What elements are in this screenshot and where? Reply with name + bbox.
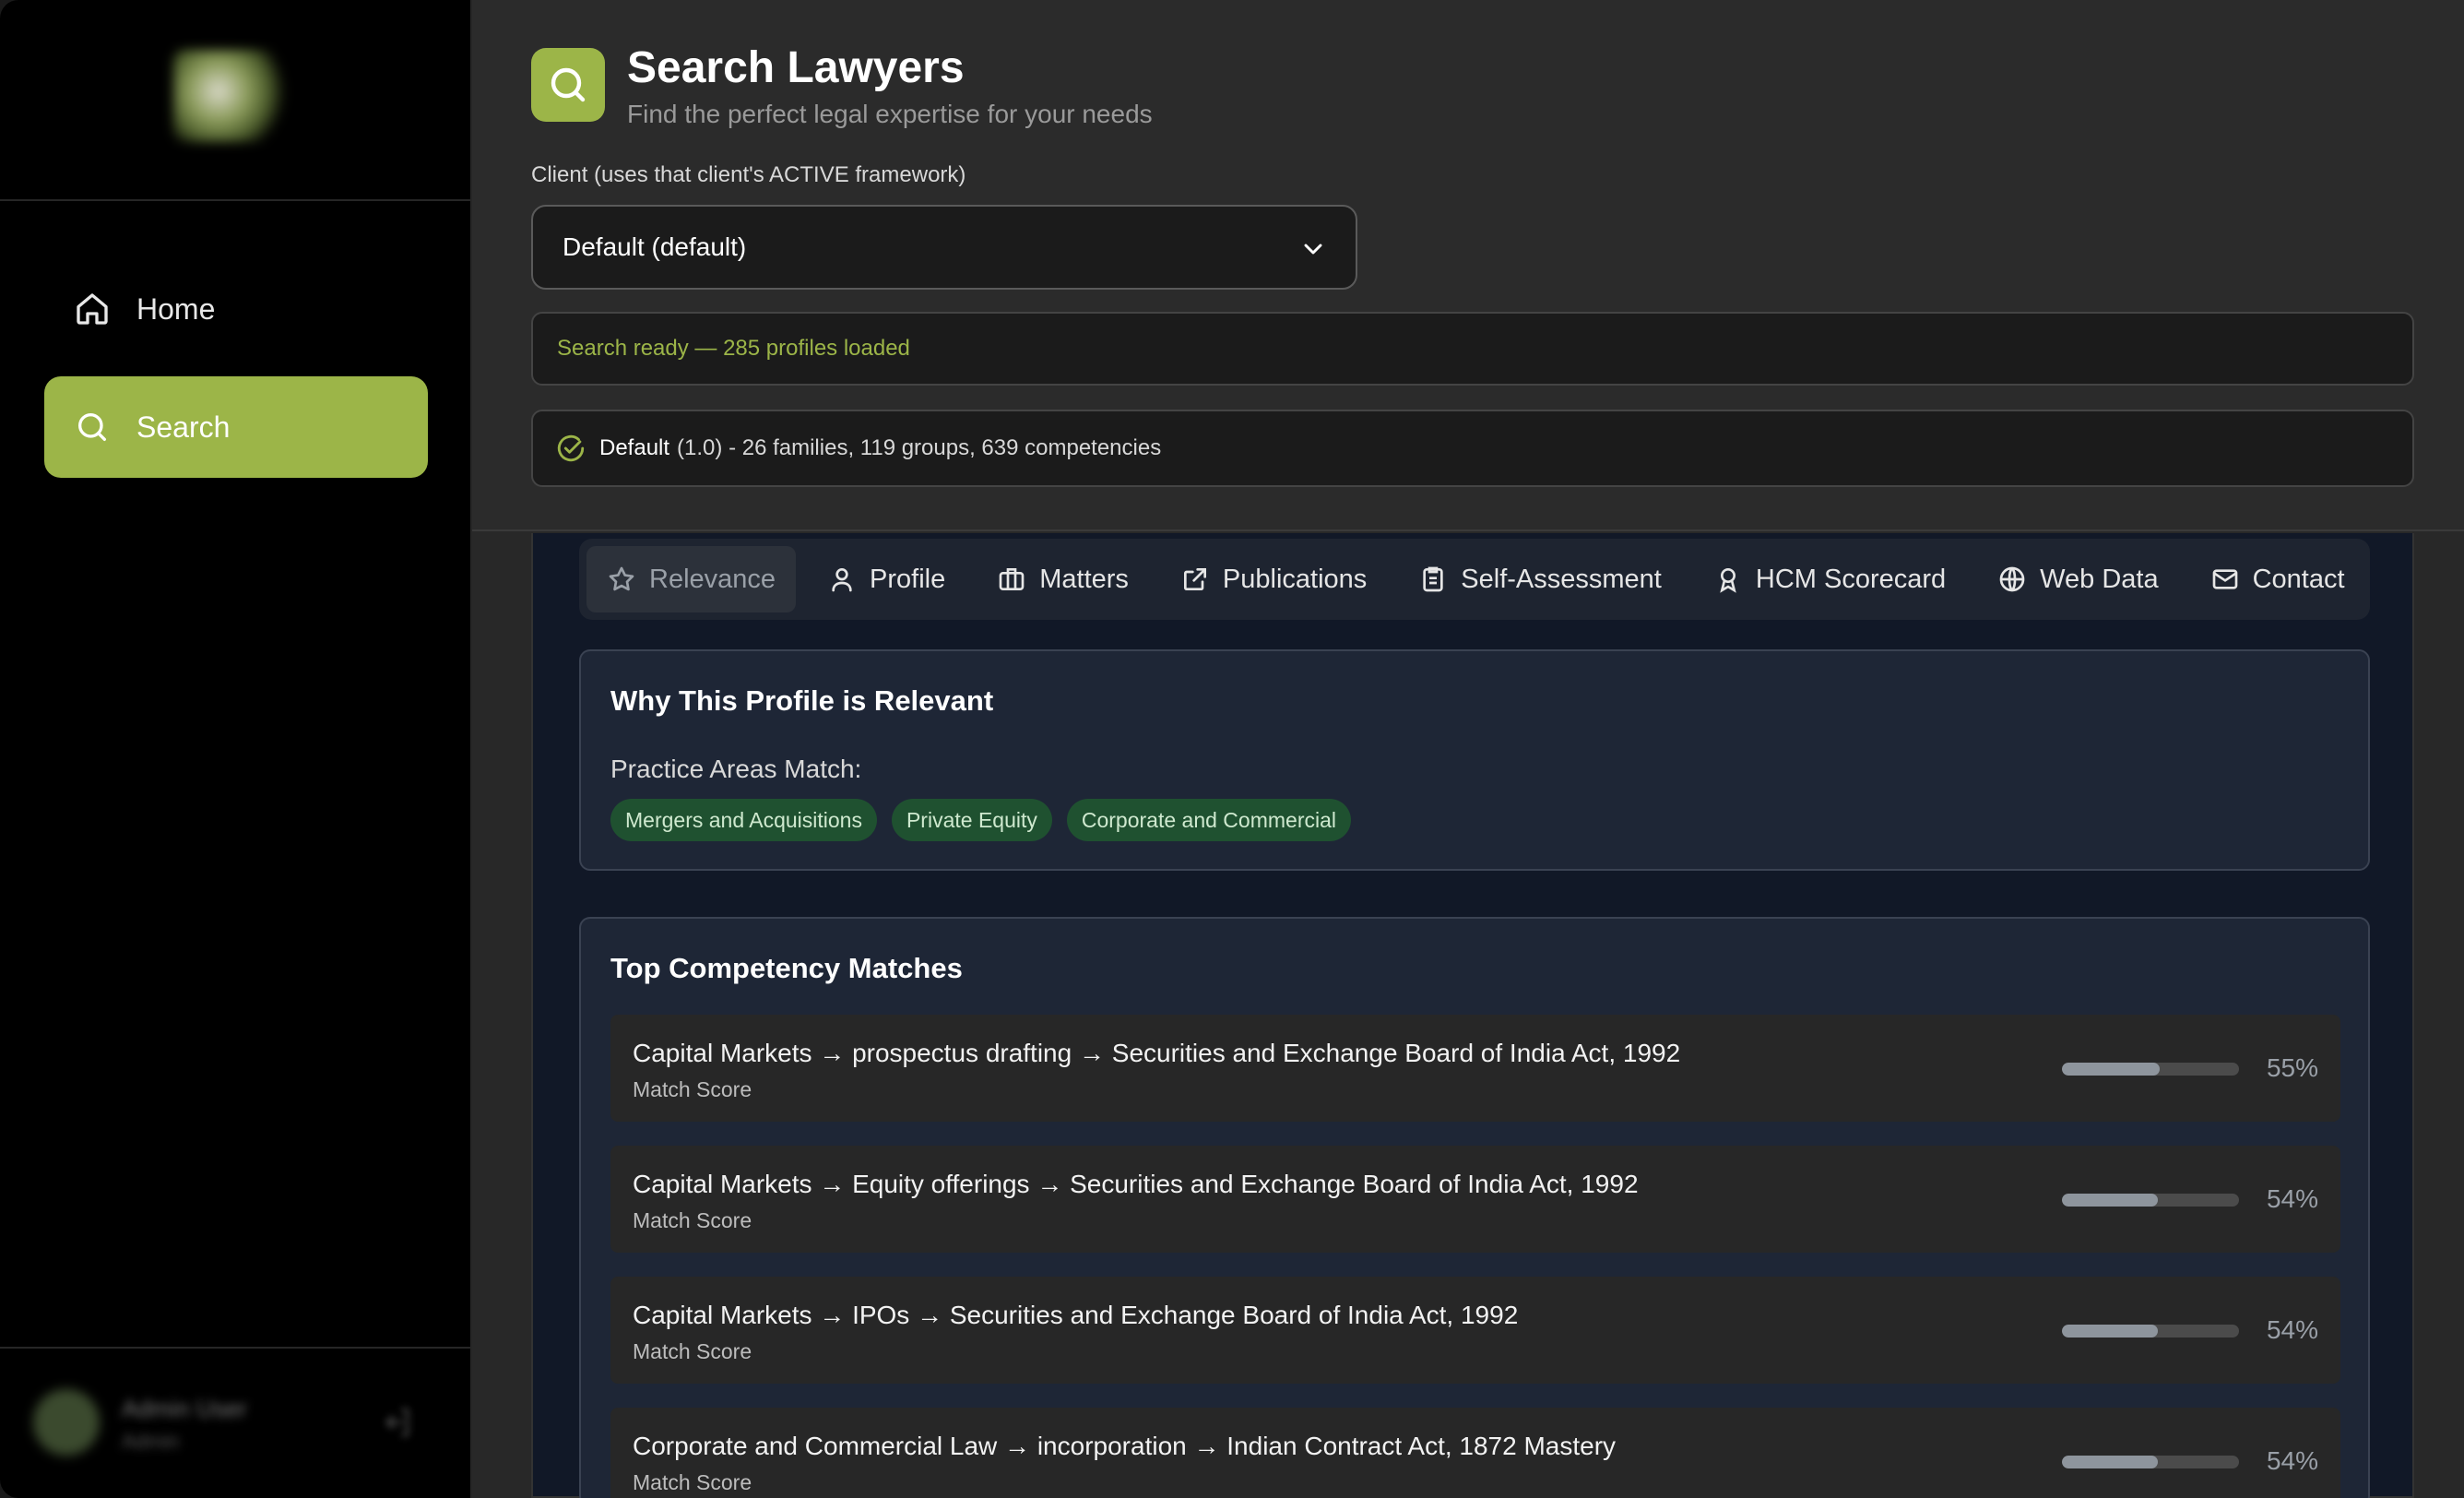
- practice-area-tag: Mergers and Acquisitions: [610, 799, 877, 841]
- check-circle-icon: [557, 434, 585, 462]
- tab-label: Contact: [2252, 564, 2345, 594]
- competency-card: Top Competency Matches Capital Markets →…: [579, 917, 2370, 1498]
- client-select-value: Default (default): [563, 232, 747, 261]
- clipboard-icon: [1423, 566, 1443, 592]
- award-icon: [1720, 568, 1736, 593]
- logo-area: [0, 0, 470, 201]
- match-score-bar: [2062, 1194, 2239, 1207]
- tab-label: Profile: [870, 564, 946, 594]
- page-subtitle: Find the perfect legal expertise for you…: [627, 100, 1153, 128]
- competency-row: Corporate and Commercial Law → incorpora…: [610, 1408, 2340, 1498]
- client-select-label: Client (uses that client's ACTIVE framew…: [531, 162, 966, 187]
- external-link-icon: [1183, 568, 1206, 590]
- tab-label: Relevance: [649, 564, 776, 594]
- user-panel: Admin User Admin: [0, 1347, 470, 1498]
- client-select[interactable]: Default (default): [531, 205, 1357, 290]
- tab-contact[interactable]: Contact: [2190, 546, 2365, 612]
- avatar: [33, 1389, 100, 1456]
- competency-name: Corporate and Commercial Law → incorpora…: [633, 1432, 1617, 1460]
- sidebar-item-label: Home: [136, 291, 216, 326]
- match-score-bar: [2062, 1325, 2239, 1338]
- relevance-title: Why This Profile is Relevant: [610, 684, 994, 717]
- sidebar-item-label: Search: [136, 410, 231, 444]
- home-icon: [77, 293, 108, 325]
- tab-label: Publications: [1222, 564, 1368, 594]
- competency-name: Capital Markets → Equity offerings → Sec…: [633, 1170, 1639, 1198]
- sidebar: Home Search Admin User Admin: [0, 0, 472, 1498]
- practice-area-tag: Private Equity: [891, 799, 1052, 841]
- match-score-bar: [2062, 1456, 2239, 1468]
- competency-title: Top Competency Matches: [610, 952, 963, 984]
- page-title: Search Lawyers: [627, 43, 965, 92]
- user-role: Admin: [122, 1430, 180, 1453]
- match-score-label: Match Score: [633, 1077, 752, 1101]
- app-logo[interactable]: [173, 50, 286, 142]
- tab-label: Web Data: [2040, 564, 2159, 594]
- framework-info: Default (1.0) - 26 families, 119 groups,…: [531, 410, 2414, 487]
- match-score-value: 55%: [2266, 1053, 2318, 1082]
- match-score-label: Match Score: [633, 1339, 752, 1363]
- globe-icon: [1999, 566, 2025, 592]
- tab-self-assessment[interactable]: Self-Assessment: [1398, 546, 1682, 612]
- user-name: Admin User: [122, 1395, 247, 1422]
- practice-area-tag: Corporate and Commercial: [1066, 799, 1351, 841]
- tab-relevance[interactable]: Relevance: [586, 546, 797, 612]
- match-score-value: 54%: [2266, 1446, 2318, 1475]
- competency-row: Capital Markets → Equity offerings → Sec…: [610, 1146, 2340, 1253]
- competency-name: Capital Markets → prospectus drafting → …: [633, 1039, 1681, 1067]
- match-score-label: Match Score: [633, 1208, 752, 1232]
- tab-label: Matters: [1039, 564, 1129, 594]
- logout-icon[interactable]: [378, 1404, 415, 1441]
- match-score-value: 54%: [2266, 1315, 2318, 1344]
- page-header: Search Lawyers Find the perfect legal ex…: [472, 0, 2464, 531]
- match-score-fill: [2062, 1456, 2158, 1468]
- search-status: Search ready — 285 profiles loaded: [531, 312, 2414, 386]
- match-score-fill: [2062, 1325, 2158, 1338]
- relevance-card: Why This Profile is Relevant Practice Ar…: [579, 649, 2370, 871]
- user-icon: [832, 568, 852, 592]
- page-title-icon: [531, 48, 605, 122]
- search-icon: [551, 67, 586, 102]
- match-score-label: Match Score: [633, 1470, 752, 1494]
- briefcase-icon: [999, 568, 1025, 590]
- profile-detail-panel: Relevance Profile Matters Publications S…: [531, 533, 2414, 1498]
- tab-web-data[interactable]: Web Data: [1977, 546, 2178, 612]
- tab-publications[interactable]: Publications: [1160, 546, 1387, 612]
- tab-label: Self-Assessment: [1461, 564, 1662, 594]
- match-score-fill: [2062, 1194, 2158, 1207]
- competency-row: Capital Markets → prospectus drafting → …: [610, 1015, 2340, 1122]
- competency-name: Capital Markets → IPOs → Securities and …: [633, 1301, 1519, 1329]
- search-icon: [78, 413, 107, 441]
- sidebar-item-home[interactable]: Home: [44, 258, 428, 360]
- tab-profile[interactable]: Profile: [807, 546, 965, 612]
- practice-areas-list: Mergers and Acquisitions Private Equity …: [610, 799, 1366, 841]
- profile-tabs: Relevance Profile Matters Publications S…: [579, 539, 2370, 620]
- tab-matters[interactable]: Matters: [977, 546, 1149, 612]
- match-score-fill: [2062, 1063, 2160, 1076]
- match-score-bar: [2062, 1063, 2239, 1076]
- main-area: Search Lawyers Find the perfect legal ex…: [472, 0, 2464, 1498]
- competency-row: Capital Markets → IPOs → Securities and …: [610, 1277, 2340, 1384]
- framework-name: Default: [599, 435, 670, 460]
- mail-icon: [2212, 569, 2237, 589]
- framework-details: (1.0) - 26 families, 119 groups, 639 com…: [677, 435, 1162, 460]
- tab-hcm-scorecard[interactable]: HCM Scorecard: [1693, 546, 1966, 612]
- match-score-value: 54%: [2266, 1184, 2318, 1213]
- chevron-down-icon: [1304, 244, 1322, 255]
- sidebar-nav: Home Search: [44, 258, 428, 494]
- sidebar-item-search[interactable]: Search: [44, 376, 428, 478]
- star-icon: [609, 566, 634, 591]
- search-status-text: Search ready — 285 profiles loaded: [557, 336, 910, 361]
- practice-areas-label: Practice Areas Match:: [610, 755, 862, 783]
- tab-label: HCM Scorecard: [1755, 564, 1947, 594]
